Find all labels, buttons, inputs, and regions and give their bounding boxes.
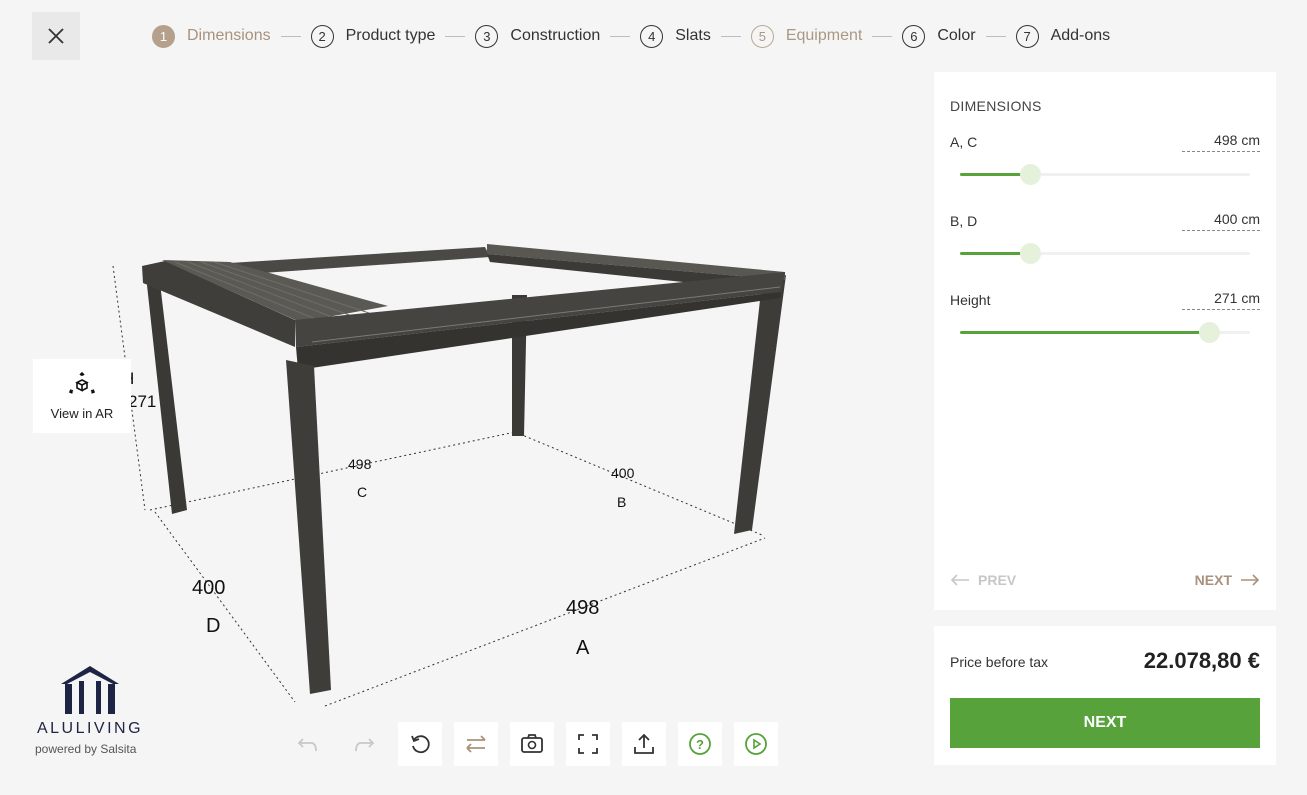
step-navigation: 1 Dimensions 2 Product type 3 Construction … xyxy=(152,24,1110,48)
svg-text:?: ? xyxy=(696,737,704,752)
step-label: Add-ons xyxy=(1050,27,1111,44)
dim-a-label: A xyxy=(576,637,590,659)
step-number: 4 xyxy=(640,24,664,48)
param-height-slider[interactable] xyxy=(960,322,1250,343)
share-button[interactable] xyxy=(622,722,666,766)
dim-c-label: C xyxy=(357,484,367,500)
price-box: Price before tax 22.078,80 € NEXT xyxy=(934,626,1276,765)
undo-button[interactable] xyxy=(286,722,330,766)
step-equipment[interactable]: 5 Equipment xyxy=(750,24,863,48)
slider-thumb[interactable] xyxy=(1019,164,1041,185)
redo-button[interactable] xyxy=(342,722,386,766)
step-construction[interactable]: 3 Construction xyxy=(475,24,601,48)
param-label: B, D xyxy=(950,213,978,229)
param-b-d: B, D 400 cm xyxy=(950,211,1260,283)
param-a-c-input[interactable]: 498 cm xyxy=(1182,132,1260,152)
price-value: 22.078,80 € xyxy=(1143,648,1260,673)
step-number: 2 xyxy=(310,24,334,48)
step-separator xyxy=(610,35,631,37)
step-separator xyxy=(720,35,741,37)
reset-view-icon xyxy=(411,735,430,754)
snapshot-button[interactable] xyxy=(510,722,554,766)
help-icon: ? xyxy=(689,733,711,755)
dim-d-label: D xyxy=(206,615,220,637)
step-label: Product type xyxy=(345,27,436,44)
fullscreen-icon xyxy=(578,734,598,754)
step-separator xyxy=(872,35,893,37)
play-icon xyxy=(745,733,767,755)
prev-button[interactable]: PREV xyxy=(950,572,1016,588)
redo-icon xyxy=(355,738,375,752)
slider-thumb[interactable] xyxy=(1199,322,1221,343)
step-slats[interactable]: 4 Slats xyxy=(640,24,711,48)
param-height-input[interactable]: 271 cm xyxy=(1182,290,1260,310)
next-button[interactable]: NEXT xyxy=(950,698,1260,748)
camera-icon xyxy=(521,734,543,753)
dim-c-value: 498 xyxy=(348,456,372,472)
dim-h-value: 271 xyxy=(128,392,156,411)
slider-fill xyxy=(960,331,1210,334)
step-number: 3 xyxy=(475,24,499,48)
step-dimensions[interactable]: 1 Dimensions xyxy=(152,24,271,48)
powered-by: powered by Salsita xyxy=(35,742,137,756)
step-label: Equipment xyxy=(785,27,863,44)
slider-thumb[interactable] xyxy=(1019,243,1041,264)
step-label: Slats xyxy=(675,27,711,44)
step-product-type[interactable]: 2 Product type xyxy=(310,24,436,48)
step-label: Dimensions xyxy=(187,27,271,44)
dim-b-value: 400 xyxy=(611,465,635,481)
brand-logo: ALULIVING powered by Salsita xyxy=(35,666,145,756)
close-button[interactable] xyxy=(32,12,80,60)
arrow-left-icon xyxy=(950,574,969,586)
viewer-toolbar: ? xyxy=(286,722,778,766)
fullscreen-button[interactable] xyxy=(566,722,610,766)
step-label: Color xyxy=(937,27,976,44)
swap-icon xyxy=(466,735,486,753)
dim-b-label: B xyxy=(617,494,626,510)
param-b-d-input[interactable]: 400 cm xyxy=(1182,211,1260,231)
dimensions-panel: DIMENSIONS A, C 498 cm B, D 400 cm Heigh… xyxy=(934,72,1276,610)
panel-title: DIMENSIONS xyxy=(950,98,1042,114)
step-add-ons[interactable]: 7 Add-ons xyxy=(1015,24,1111,48)
param-label: A, C xyxy=(950,134,978,150)
dim-d-value: 400 xyxy=(192,577,225,599)
help-button[interactable]: ? xyxy=(678,722,722,766)
step-number: 6 xyxy=(902,24,926,48)
pergola-3d-viewer[interactable]: H 271 498 C 400 B 400 D 498 A xyxy=(0,70,920,730)
next-step-button[interactable]: NEXT xyxy=(1195,572,1260,588)
step-number: 1 xyxy=(152,24,175,48)
pergola-model xyxy=(142,244,786,694)
step-number: 5 xyxy=(750,24,774,48)
next-label: NEXT xyxy=(1194,572,1232,588)
share-icon xyxy=(634,733,654,754)
step-label: Construction xyxy=(510,27,601,44)
undo-icon xyxy=(297,738,317,752)
aluliving-logo-icon xyxy=(61,666,119,714)
step-separator xyxy=(445,35,466,37)
reset-view-button[interactable] xyxy=(398,722,442,766)
param-height: Height 271 cm xyxy=(950,290,1260,362)
step-separator xyxy=(280,35,301,37)
close-icon xyxy=(48,28,64,44)
view-in-ar-label: View in AR xyxy=(50,405,114,421)
param-a-c: A, C 498 cm xyxy=(950,132,1260,204)
step-separator xyxy=(985,35,1006,37)
price-label: Price before tax xyxy=(950,654,1049,670)
step-number: 7 xyxy=(1015,24,1039,48)
param-b-d-slider[interactable] xyxy=(960,243,1250,264)
play-button[interactable] xyxy=(734,722,778,766)
swap-button[interactable] xyxy=(454,722,498,766)
param-label: Height xyxy=(950,292,991,308)
view-in-ar-button[interactable]: View in AR xyxy=(33,359,131,433)
step-color[interactable]: 6 Color xyxy=(902,24,976,48)
param-a-c-slider[interactable] xyxy=(960,164,1250,185)
dim-a-value: 498 xyxy=(566,597,599,619)
arrow-right-icon xyxy=(1241,574,1260,586)
ar-cube-icon xyxy=(69,371,95,394)
prev-label: PREV xyxy=(978,572,1017,588)
brand-name: ALULIVING xyxy=(36,720,144,737)
